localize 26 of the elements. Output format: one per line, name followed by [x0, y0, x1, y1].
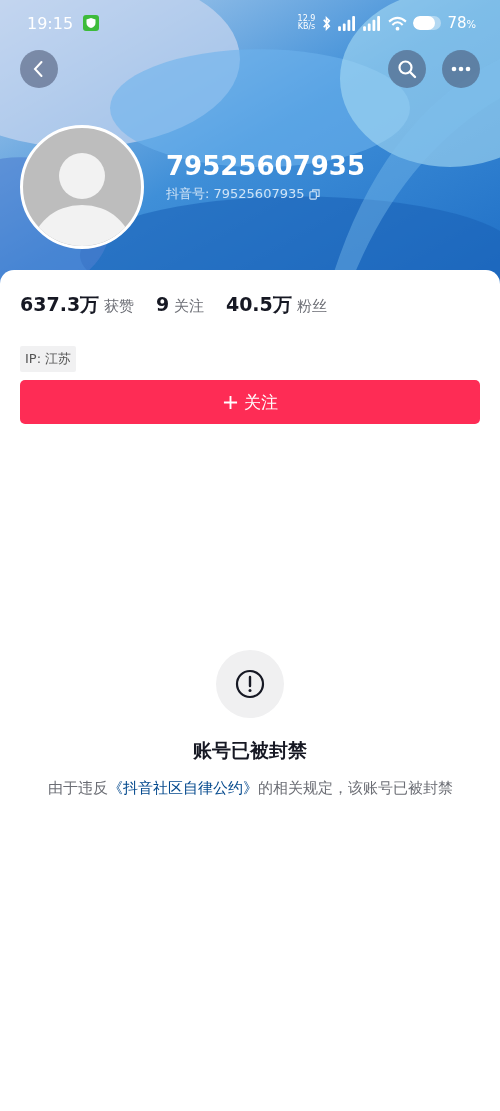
guidelines-link[interactable]: 《抖音社区自律公约》 [107, 779, 258, 797]
signal-icon [363, 15, 383, 31]
profile-name: 79525607935 [166, 151, 365, 181]
network-speed: 12.9 KB/s [297, 15, 316, 31]
search-icon [397, 59, 417, 79]
plus-icon [222, 394, 238, 410]
battery-icon [413, 16, 442, 30]
back-button[interactable] [20, 50, 58, 88]
profile-stat: 40.5万 粉丝 [225, 292, 327, 317]
copy-icon[interactable] [308, 188, 320, 200]
signal-icon [338, 15, 358, 31]
notice-text: 由于违反《抖音社区自律公约》的相关规定，该账号已被封禁 [46, 778, 454, 799]
clock: 19:15 [27, 13, 74, 33]
more-button[interactable] [442, 50, 480, 88]
ip-tag: IP: 江苏 [20, 346, 77, 372]
wifi-icon [388, 15, 408, 31]
more-icon [451, 66, 471, 72]
profile-stat: 637.3万 获赞 [20, 292, 134, 317]
search-button[interactable] [388, 50, 426, 88]
bluetooth-icon [321, 15, 333, 31]
account-id: 抖音号: 79525607935 [166, 185, 305, 203]
notice-title: 账号已被封禁 [193, 738, 307, 763]
follow-button[interactable]: 关注 [20, 380, 480, 424]
profile-stat: 9 关注 [155, 293, 204, 316]
battery-percent: 78% [447, 14, 476, 32]
shield-icon [83, 15, 100, 31]
